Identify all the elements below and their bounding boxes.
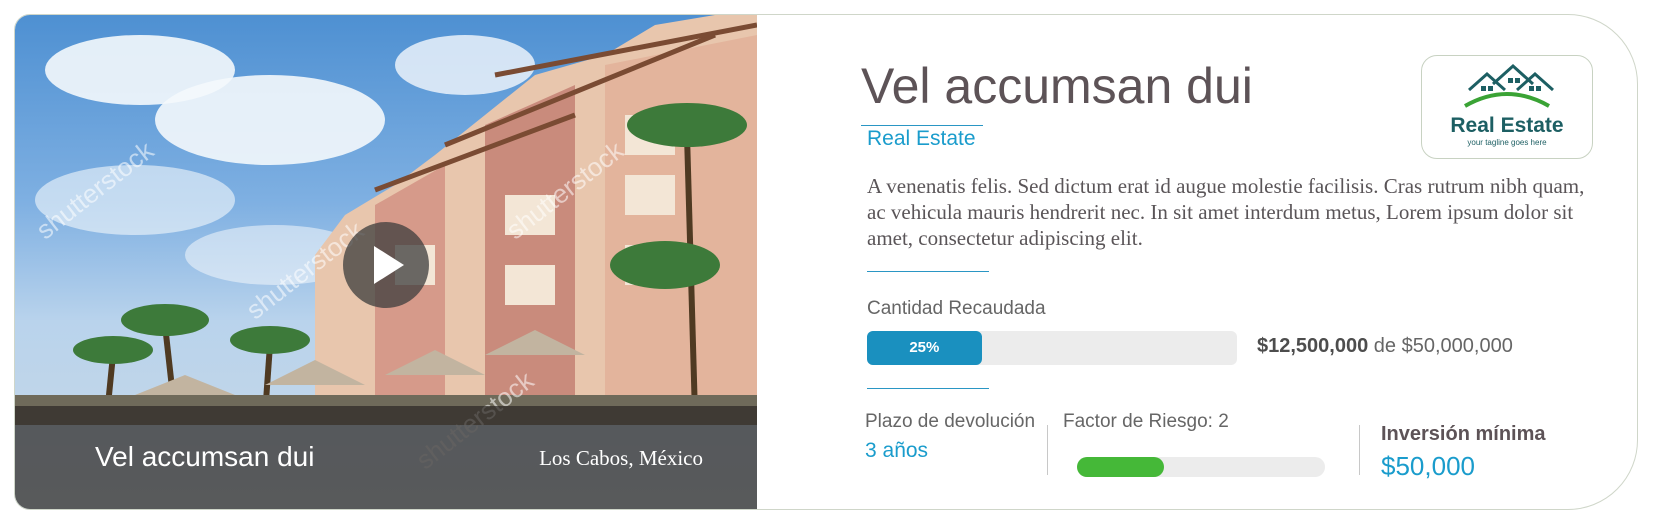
listing-category[interactable]: Real Estate <box>867 127 976 151</box>
property-photo[interactable]: shutterstock shutterstock shutterstock s… <box>15 15 757 509</box>
term-label: Plazo de devolución <box>865 411 1036 432</box>
company-logo: Real Estate your tagline goes here <box>1421 55 1593 159</box>
funding-label: Cantidad Recaudada <box>867 298 1046 319</box>
min-investment-value: $50,000 <box>1381 451 1475 481</box>
min-investment-label: Inversión mínima <box>1381 423 1546 445</box>
houses-icon <box>1464 63 1554 108</box>
funding-progress-bar: 25% <box>867 331 1237 365</box>
raised-amount: $12,500,000 <box>1257 335 1369 357</box>
risk-level-bar <box>1077 457 1325 477</box>
listing-card[interactable]: shutterstock shutterstock shutterstock s… <box>14 14 1638 510</box>
goal-amount: de $50,000,000 <box>1373 335 1513 357</box>
risk-label: Factor de Riesgo: 2 <box>1063 411 1229 432</box>
divider <box>867 388 989 389</box>
funding-progress-fill: 25% <box>867 331 982 365</box>
photo-caption-bar: Vel accumsan dui Los Cabos, México <box>15 406 757 509</box>
stat-separator <box>1359 425 1360 475</box>
photo-title: Vel accumsan dui <box>95 441 315 472</box>
play-icon <box>374 246 404 284</box>
divider <box>861 125 983 126</box>
stat-separator <box>1047 425 1048 475</box>
funding-amount: $12,500,000 de $50,000,000 <box>1257 335 1513 358</box>
term-value: 3 años <box>865 439 929 462</box>
risk-level-fill <box>1077 457 1164 477</box>
logo-tagline: your tagline goes here <box>1467 138 1547 147</box>
listing-details: Vel accumsan dui Real Estate Real Estate… <box>757 15 1637 509</box>
play-button[interactable] <box>343 222 429 308</box>
logo-name: Real Estate <box>1450 114 1564 137</box>
photo-location: Los Cabos, México <box>539 446 703 470</box>
listing-description: A venenatis felis. Sed dictum erat id au… <box>867 174 1585 250</box>
divider <box>867 271 989 272</box>
listing-title: Vel accumsan dui <box>861 58 1253 114</box>
